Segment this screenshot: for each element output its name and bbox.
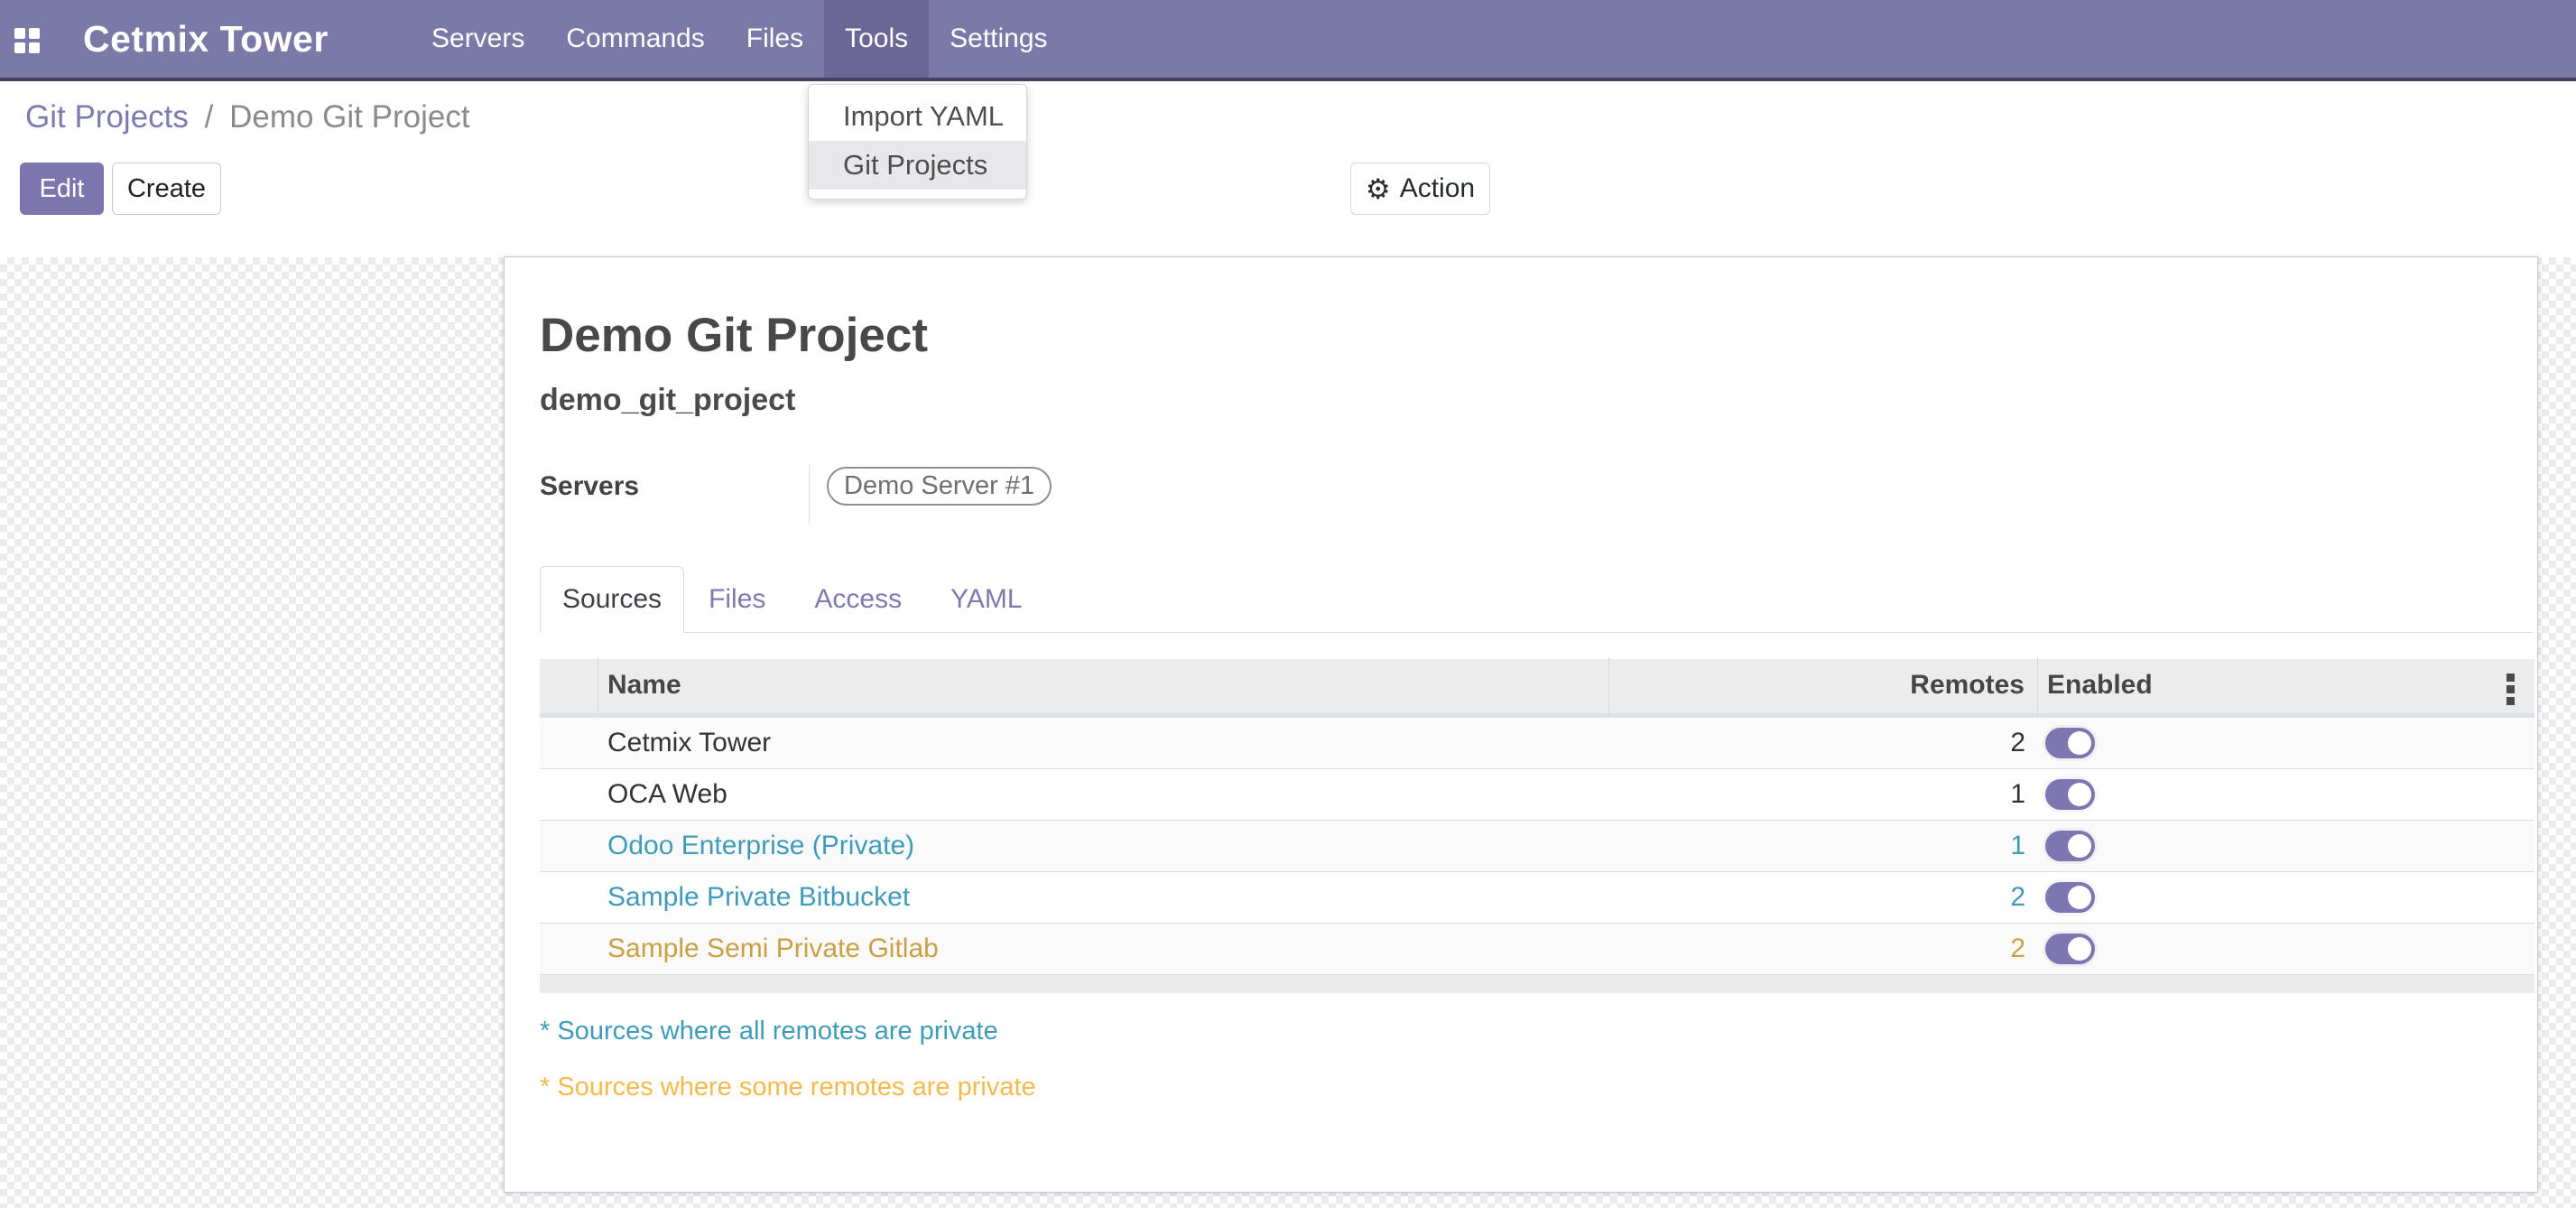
- brand-title[interactable]: Cetmix Tower: [83, 0, 329, 78]
- record-sheet: Demo Git Project demo_git_project Server…: [504, 256, 2538, 1193]
- handle-column-header: [540, 657, 598, 716]
- servers-field-label: Servers: [540, 465, 809, 502]
- table-footer-strip: [540, 975, 2534, 993]
- enabled-cell: [2038, 831, 2534, 861]
- top-navbar: Cetmix Tower Servers Commands Files Tool…: [0, 0, 2576, 81]
- breadcrumb-parent-link[interactable]: Git Projects: [25, 99, 189, 135]
- source-name[interactable]: Odoo Enterprise (Private): [598, 831, 1609, 861]
- toggle-knob: [2068, 937, 2091, 961]
- tab-files[interactable]: Files: [684, 567, 790, 632]
- remotes-count: 1: [1609, 831, 2038, 861]
- toggle-knob: [2068, 783, 2091, 806]
- breadcrumb: Git Projects / Demo Git Project: [25, 99, 470, 135]
- breadcrumb-current: Demo Git Project: [229, 99, 469, 135]
- enabled-toggle[interactable]: [2045, 934, 2095, 964]
- nav-item-commands[interactable]: Commands: [545, 0, 725, 78]
- enabled-cell: [2038, 779, 2534, 810]
- enabled-toggle[interactable]: [2045, 779, 2095, 810]
- nav-item-servers[interactable]: Servers: [411, 0, 545, 78]
- sources-table-header: Name Remotes Enabled: [540, 659, 2534, 718]
- legend-some-private-note: * Sources where some remotes are private: [540, 1073, 2533, 1102]
- enabled-cell: [2038, 882, 2534, 913]
- table-legend: * Sources where all remotes are private …: [540, 1017, 2533, 1102]
- source-name[interactable]: Cetmix Tower: [598, 728, 1609, 758]
- enabled-cell: [2038, 934, 2534, 964]
- table-row[interactable]: OCA Web 1: [540, 769, 2534, 821]
- content-background: Demo Git Project demo_git_project Server…: [0, 257, 2576, 1208]
- enabled-toggle[interactable]: [2045, 882, 2095, 913]
- table-row[interactable]: Cetmix Tower 2: [540, 718, 2534, 769]
- nav-item-tools[interactable]: Tools: [824, 0, 929, 78]
- remotes-count: 1: [1609, 779, 2038, 810]
- enabled-toggle[interactable]: [2045, 831, 2095, 861]
- remotes-count: 2: [1609, 728, 2038, 758]
- table-row[interactable]: Sample Semi Private Gitlab 2: [540, 924, 2534, 975]
- remotes-column-header[interactable]: Remotes: [1609, 657, 2038, 716]
- tab-sources[interactable]: Sources: [540, 566, 684, 633]
- enabled-column-header[interactable]: Enabled: [2038, 657, 2534, 716]
- record-reference: demo_git_project: [540, 383, 2533, 418]
- nav-item-files[interactable]: Files: [726, 0, 824, 78]
- gear-icon: ⚙: [1366, 175, 1391, 203]
- remotes-count: 2: [1609, 934, 2038, 964]
- breadcrumb-separator: /: [198, 99, 221, 135]
- nav-item-settings[interactable]: Settings: [929, 0, 1068, 78]
- remotes-count: 2: [1609, 882, 2038, 913]
- sources-table: Name Remotes Enabled Cetmix Tower 2 OCA …: [540, 659, 2534, 993]
- source-name[interactable]: OCA Web: [598, 779, 1609, 810]
- notebook-tabs: Sources Files Access YAML: [540, 567, 2533, 633]
- edit-button[interactable]: Edit: [20, 163, 104, 215]
- toggle-knob: [2068, 731, 2091, 755]
- tools-dropdown-menu: Import YAML Git Projects: [808, 84, 1027, 200]
- name-column-header[interactable]: Name: [598, 657, 1609, 716]
- field-separator: [809, 465, 810, 525]
- menu-item-git-projects[interactable]: Git Projects: [809, 141, 1026, 190]
- create-button[interactable]: Create: [112, 163, 221, 215]
- source-name[interactable]: Sample Semi Private Gitlab: [598, 934, 1609, 964]
- table-row[interactable]: Sample Private Bitbucket 2: [540, 872, 2534, 924]
- tab-yaml[interactable]: YAML: [926, 567, 1046, 632]
- server-tag[interactable]: Demo Server #1: [827, 467, 1052, 506]
- action-button[interactable]: ⚙ Action: [1350, 163, 1490, 215]
- source-name[interactable]: Sample Private Bitbucket: [598, 882, 1609, 913]
- control-panel: Git Projects / Demo Git Project Edit Cre…: [0, 81, 2576, 257]
- apps-grid-icon[interactable]: [14, 28, 40, 53]
- page-title: Demo Git Project: [540, 308, 2533, 363]
- table-row[interactable]: Odoo Enterprise (Private) 1: [540, 821, 2534, 872]
- legend-all-private-note: * Sources where all remotes are private: [540, 1017, 2533, 1046]
- enabled-cell: [2038, 728, 2534, 758]
- action-button-label: Action: [1400, 173, 1475, 204]
- enabled-toggle[interactable]: [2045, 728, 2095, 758]
- menu-item-import-yaml[interactable]: Import YAML: [809, 92, 1026, 141]
- optional-columns-kebab-icon[interactable]: [2495, 672, 2525, 706]
- toggle-knob: [2068, 886, 2091, 909]
- toggle-knob: [2068, 834, 2091, 858]
- tab-access[interactable]: Access: [790, 567, 926, 632]
- sources-table-body: Cetmix Tower 2 OCA Web 1 Odoo Enterprise…: [540, 718, 2534, 975]
- servers-field-row: Servers Demo Server #1: [540, 465, 2533, 525]
- navbar-menu: Servers Commands Files Tools Settings: [411, 0, 1069, 78]
